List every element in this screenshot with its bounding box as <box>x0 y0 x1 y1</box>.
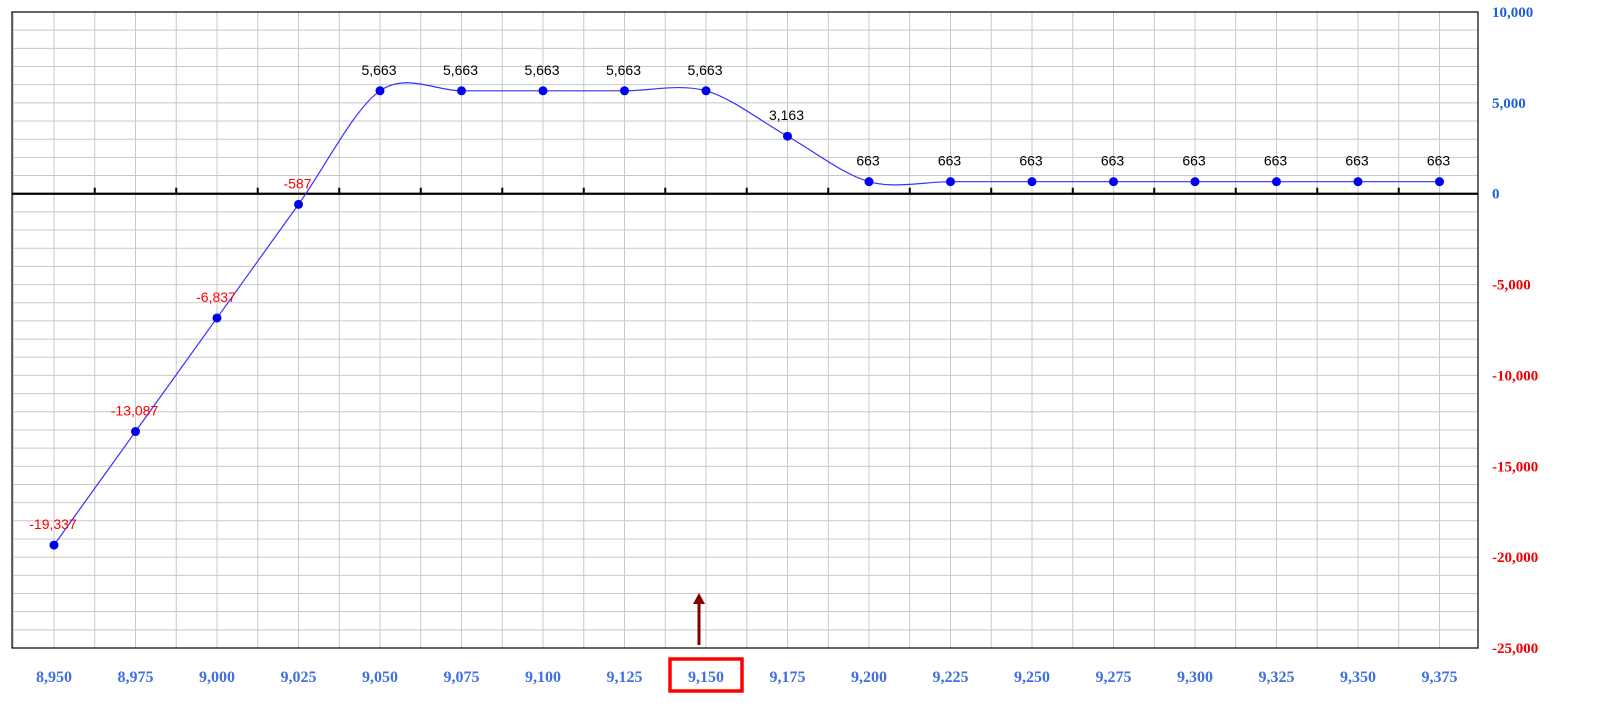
x-tick-label: 9,175 <box>770 669 806 686</box>
data-point <box>864 177 874 187</box>
data-point <box>212 313 222 323</box>
x-tick-label: 9,275 <box>1096 669 1132 686</box>
data-label: 663 <box>856 153 880 169</box>
data-label: 5,663 <box>361 62 396 78</box>
data-label: 663 <box>1427 153 1451 169</box>
y-tick-label: 5,000 <box>1492 96 1526 112</box>
data-point <box>538 86 548 96</box>
data-point <box>701 86 711 96</box>
x-tick-label: 9,025 <box>281 669 317 686</box>
data-label: -19,337 <box>29 516 77 532</box>
x-tick-label: 9,125 <box>607 669 643 686</box>
data-point <box>946 177 955 187</box>
data-labels: -19,337 -13,087 -6,837 -587 5,663 5,663 5,663 5… <box>29 62 1450 532</box>
y-tick-label: -5,000 <box>1492 278 1531 294</box>
y-tick-label: -10,000 <box>1492 368 1538 384</box>
chart-svg: -19,337 -13,087 -6,837 -587 5,663 5,663 5,663 5… <box>11 5 1538 693</box>
data-point <box>1435 177 1444 187</box>
data-point <box>375 86 385 96</box>
data-point <box>1027 177 1037 187</box>
data-point <box>783 131 792 141</box>
payoff-chart: -19,337 -13,087 -6,837 -587 5,663 5,663 5,663 5… <box>0 0 1600 712</box>
data-point <box>294 199 303 209</box>
data-label: 663 <box>1182 153 1206 169</box>
x-tick-label: 9,000 <box>199 669 235 686</box>
plot-border <box>11 11 1479 649</box>
x-tick-label: 9,150 <box>688 669 724 686</box>
x-tick-label: 8,950 <box>36 669 72 686</box>
x-tick-label: 9,225 <box>933 669 969 686</box>
x-tick-label: 9,075 <box>444 669 480 686</box>
data-label: 5,663 <box>524 62 559 78</box>
data-label: 3,163 <box>769 107 804 123</box>
data-point <box>1353 177 1363 187</box>
x-tick-labels: 8,950 8,975 9,000 9,025 9,050 9,075 9,100 9,125… <box>36 669 1458 686</box>
data-point <box>1109 177 1118 187</box>
grid <box>12 11 1478 649</box>
data-point <box>457 86 466 96</box>
y-tick-labels: 10,000 5,000 0 -5,000 -10,000 -15,000 -20,000 -… <box>1492 5 1538 657</box>
x-tick-label: 9,050 <box>362 669 398 686</box>
data-label: 5,663 <box>687 62 722 78</box>
x-tick-label: 9,300 <box>1177 669 1213 686</box>
data-label: 663 <box>1019 153 1043 169</box>
data-label: 5,663 <box>443 62 478 78</box>
data-point <box>1190 177 1200 187</box>
y-tick-label: 0 <box>1492 187 1500 203</box>
data-point <box>49 540 59 550</box>
zero-axis <box>12 187 1478 195</box>
data-label: 5,663 <box>606 62 641 78</box>
data-point <box>620 86 629 96</box>
data-label: -13,087 <box>111 403 159 419</box>
data-label: 663 <box>1345 153 1369 169</box>
y-tick-label: -20,000 <box>1492 550 1538 566</box>
data-label: 663 <box>938 153 962 169</box>
x-tick-label: 9,325 <box>1259 669 1295 686</box>
data-label: -6,837 <box>196 289 236 305</box>
x-tick-label: 9,250 <box>1014 669 1050 686</box>
data-point <box>1272 177 1281 187</box>
x-tick-label: 9,200 <box>851 669 887 686</box>
data-label: -587 <box>283 175 311 191</box>
data-label: 663 <box>1264 153 1288 169</box>
current-price-arrow-head <box>693 593 705 604</box>
data-point <box>131 427 140 437</box>
x-tick-label: 9,100 <box>525 669 561 686</box>
y-tick-label: 10,000 <box>1492 5 1533 21</box>
x-tick-label: 8,975 <box>118 669 154 686</box>
y-tick-label: -25,000 <box>1492 641 1538 657</box>
x-tick-label: 9,375 <box>1422 669 1458 686</box>
plot-frame <box>11 11 1479 649</box>
y-tick-label: -15,000 <box>1492 459 1538 475</box>
x-tick-label: 9,350 <box>1340 669 1376 686</box>
data-label: 663 <box>1101 153 1125 169</box>
